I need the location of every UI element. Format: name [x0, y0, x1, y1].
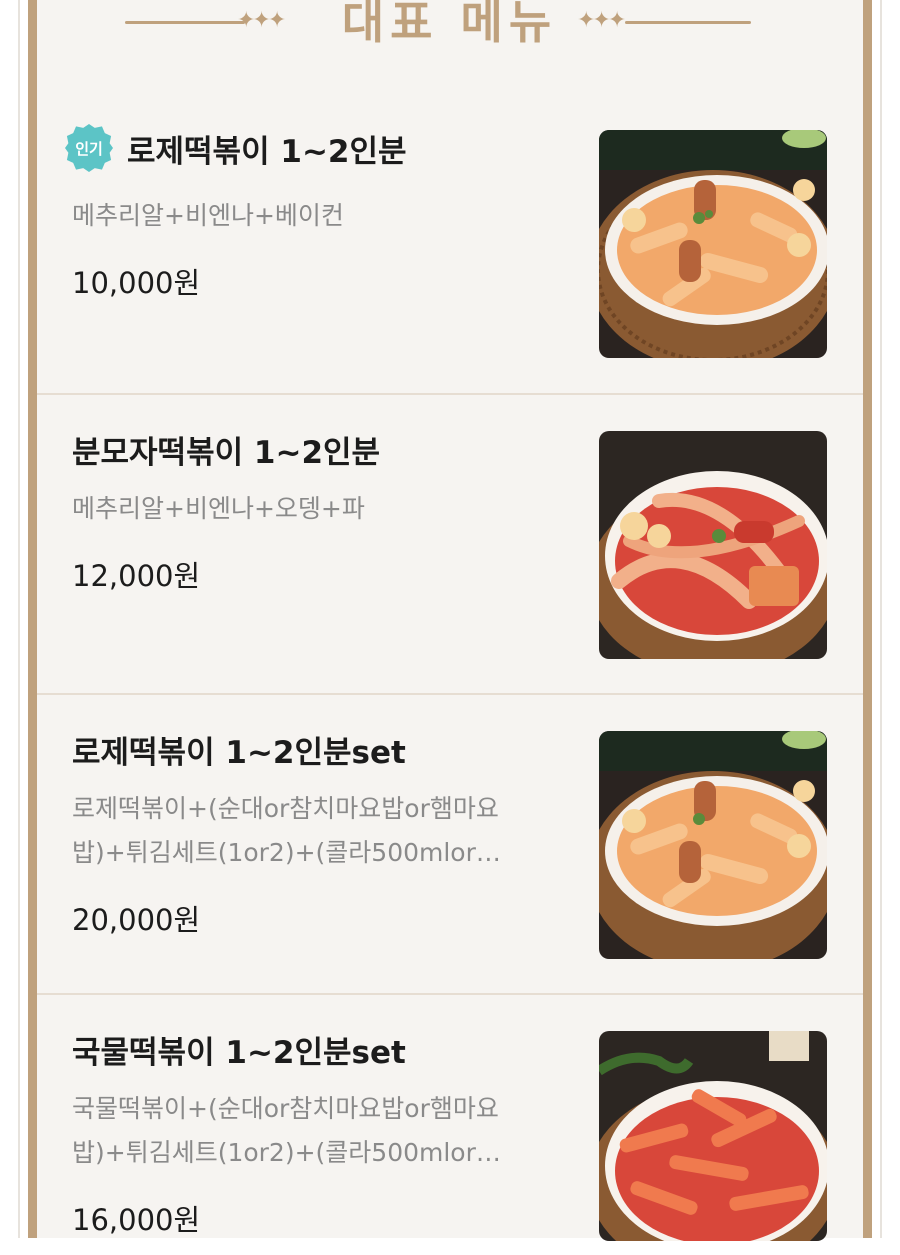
sparkle-icon: ✦✦✦ [577, 8, 626, 33]
menu-item-name: 로제떡볶이 1~2인분 [127, 134, 407, 170]
menu-item-price: 16,000원 [72, 1203, 201, 1237]
outer-border-left [18, 0, 20, 1238]
menu-item-price: 12,000원 [72, 559, 201, 593]
menu-item-name: 로제떡볶이 1~2인분set [72, 735, 406, 771]
header-rule-left [125, 21, 245, 24]
menu-item[interactable]: 로제떡볶이 1~2인분set 로제떡볶이+(순대or참치마요밥or햄마요밥)+튀… [37, 695, 863, 995]
section-header: ✦✦✦ 대표 메뉴 ✦✦✦ [37, 0, 863, 60]
menu-item[interactable]: 국물떡볶이 1~2인분set 국물떡볶이+(순대or참치마요밥or햄마요밥)+튀… [37, 995, 863, 1255]
menu-item-description: 메추리알+비엔나+베이컨 [72, 201, 344, 230]
menu-item-description: 메추리알+비엔나+오뎅+파 [72, 494, 365, 523]
menu-item-photo [599, 731, 827, 959]
header-rule-right [625, 21, 751, 24]
outer-border-right [880, 0, 882, 1238]
menu-item-price: 10,000원 [72, 266, 201, 300]
sparkle-icon: ✦✦✦ [237, 8, 286, 33]
menu-item-description: 로제떡볶이+(순대or참치마요밥or햄마요밥)+튀김세트(1or2)+(콜라50… [72, 794, 501, 867]
menu-item[interactable]: 분모자떡볶이 1~2인분 메추리알+비엔나+오뎅+파 12,000원 [37, 395, 863, 695]
menu-item-photo [599, 431, 827, 659]
menu-item-photo [599, 1031, 827, 1241]
section-title: 대표 메뉴 [341, 0, 558, 49]
menu-item[interactable]: 인기 로제떡볶이 1~2인분 메추리알+비엔나+베이컨 10,000원 [37, 94, 863, 395]
menu-item-photo [599, 130, 827, 358]
menu-item-name: 분모자떡볶이 1~2인분 [72, 435, 381, 471]
menu-item-name: 국물떡볶이 1~2인분set [72, 1035, 406, 1071]
menu-item-description: 국물떡볶이+(순대or참치마요밥or햄마요밥)+튀김세트(1or2)+(콜라50… [72, 1094, 501, 1167]
menu-item-price: 20,000원 [72, 903, 201, 937]
popular-badge: 인기 [65, 124, 113, 172]
